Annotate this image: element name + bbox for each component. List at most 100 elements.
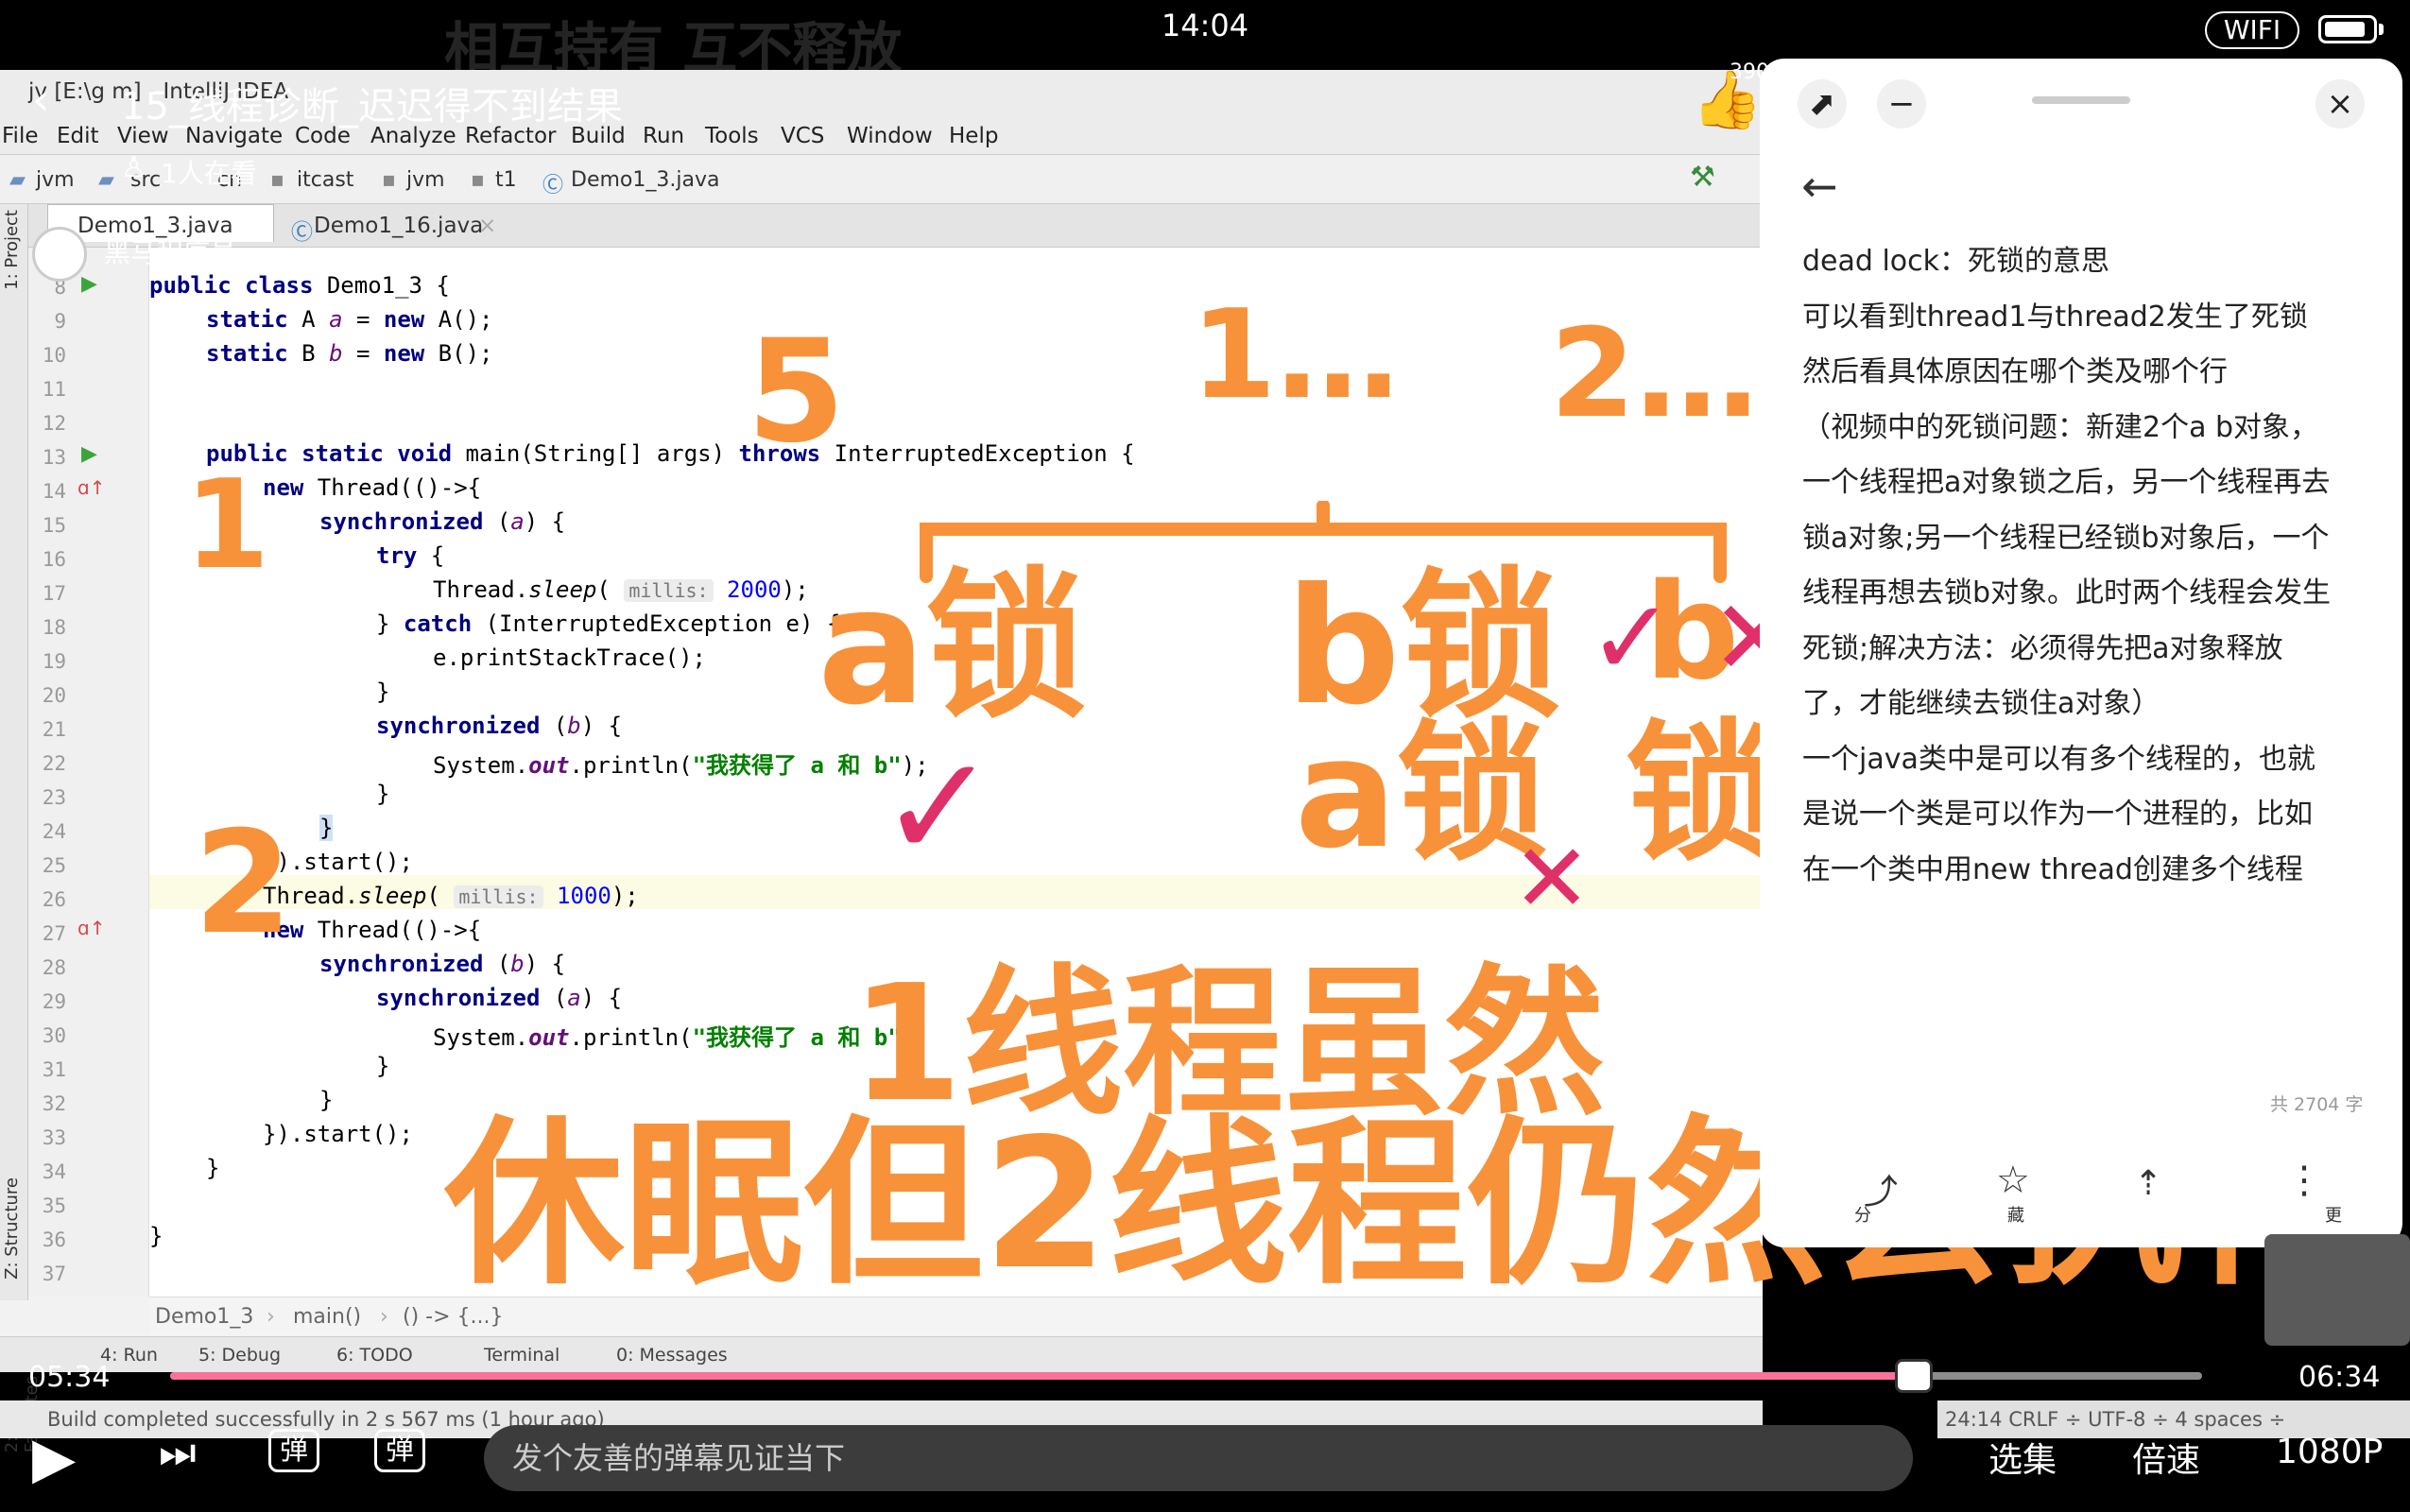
code-token: }	[319, 1087, 334, 1113]
note-line: 可以看到thread1与thread2发生了死锁	[1802, 300, 2308, 334]
line-number: 10	[42, 344, 66, 367]
run-gutter-icon[interactable]: ▶	[81, 442, 97, 466]
channel-name[interactable]: 黑马程序员	[104, 232, 236, 270]
code-token: static	[206, 340, 288, 367]
line-number: 12	[42, 412, 66, 435]
code-token: synchronized	[376, 713, 541, 739]
star-icon[interactable]: ☆	[1996, 1159, 2030, 1202]
run-gutter-icon[interactable]: ▶	[81, 272, 97, 296]
code-token: b	[567, 713, 581, 739]
code-token: catch	[403, 610, 473, 637]
line-number: 13	[42, 446, 66, 469]
annotation-check-2: ✓	[1588, 577, 1676, 698]
code-token: (	[540, 985, 568, 1011]
annotation-check: ✓	[879, 726, 998, 890]
code-token: {	[417, 542, 445, 569]
danmaku-settings-button[interactable]: 弹	[374, 1429, 425, 1472]
back-arrow-icon[interactable]: ←	[1801, 161, 1838, 212]
line-number: 9	[54, 310, 66, 333]
note-line: 死锁;解决方法：必须得先把a对象释放	[1802, 631, 2283, 665]
quality-button[interactable]: 1080P	[2276, 1433, 2383, 1471]
note-panel: ⬈ − × ← dead lock：死锁的意思 可以看到thread1与thre…	[1760, 59, 2402, 1247]
code-token: (	[540, 713, 568, 739]
annotation-b-lock: b锁	[1285, 554, 1561, 741]
speed-button[interactable]: 倍速	[2132, 1433, 2200, 1482]
code-token: }	[319, 815, 334, 841]
share-label: 分	[1854, 1206, 1871, 1226]
code-token: =	[342, 340, 384, 367]
danmaku-input[interactable]: 发个友善的弹幕见证当下	[484, 1425, 1913, 1491]
code-token: b	[329, 340, 343, 367]
code-token: ) {	[524, 951, 566, 977]
video-title: 15_线程诊断_迟迟得不到结果	[121, 85, 623, 129]
annotation-one: 1	[184, 453, 270, 596]
line-number: 19	[42, 650, 66, 673]
more-icon[interactable]: ⋮	[2285, 1159, 2323, 1202]
code-token: );	[611, 883, 639, 909]
annotation-a-lock-2: a锁	[1295, 705, 1548, 882]
note-line: 一个线程把a对象锁之后，另一个线程再去	[1802, 466, 2331, 499]
note-line: 线程再想去锁b对象。此时两个线程会发生	[1802, 576, 2332, 610]
line-number: 33	[42, 1126, 66, 1149]
code-token: a	[329, 306, 343, 333]
code-token: synchronized	[319, 508, 484, 535]
messages-tool-tab[interactable]: 0: Messages	[616, 1345, 728, 1366]
progress-thumb-icon[interactable]	[1894, 1359, 1933, 1393]
channel-avatar[interactable]	[32, 227, 87, 282]
code-token: try	[376, 542, 418, 569]
code-token: b	[510, 951, 525, 977]
code-token: (	[426, 883, 455, 909]
close-icon[interactable]: ×	[2315, 79, 2365, 129]
code-token: Demo1_3 {	[313, 272, 450, 299]
note-line: （视频中的死锁问题：新建2个a b对象，	[1802, 410, 2319, 444]
play-icon[interactable]: ▶	[32, 1425, 76, 1491]
danmaku-toggle-button[interactable]: 弹	[268, 1429, 319, 1472]
debug-tool-tab[interactable]: 5: Debug	[198, 1345, 281, 1366]
viewers-icon: ♙	[121, 151, 146, 184]
line-number: 15	[42, 514, 66, 537]
code-token: System.	[433, 1024, 529, 1051]
line-number: 32	[42, 1092, 66, 1115]
code-token: }	[206, 1155, 220, 1181]
line-number: 36	[42, 1228, 66, 1251]
line-number: 37	[42, 1263, 66, 1285]
code-token: System.	[433, 752, 529, 779]
code-token: ) {	[580, 985, 623, 1011]
line-number: 29	[42, 990, 66, 1013]
presenter-thumbnail	[2264, 1234, 2410, 1346]
back-arrow-icon[interactable]: ‹	[32, 74, 49, 125]
code-token: ) {	[580, 713, 623, 739]
note-line: 一个java类中是可以有多个线程的，也就	[1802, 742, 2315, 776]
param-hint: millis:	[624, 579, 714, 602]
todo-tool-tab[interactable]: 6: TODO	[336, 1345, 413, 1366]
wifi-indicator: WIFI	[2205, 11, 2299, 49]
code-token: InterruptedException {	[820, 440, 1135, 467]
code-token: out	[528, 752, 570, 779]
minimize-icon[interactable]: −	[1877, 79, 1926, 129]
line-number: 25	[42, 854, 66, 877]
code-token: Thread(()->{	[303, 474, 482, 501]
annotation-five: 5	[747, 310, 846, 474]
drag-handle[interactable]	[2032, 96, 2130, 104]
code-token: sleep	[528, 576, 597, 603]
external-link-icon[interactable]: ⬈	[1798, 79, 1847, 129]
code-token: (InterruptedException e) {	[472, 610, 841, 637]
upload-icon[interactable]: ⇡	[2134, 1164, 2162, 1203]
code-token: static	[206, 306, 288, 333]
thread-gutter-icon: ɑ↑	[77, 917, 106, 939]
code-token: }	[376, 1053, 390, 1079]
next-icon[interactable]: ⏭	[159, 1429, 197, 1477]
favorite-label: 藏	[2007, 1206, 2024, 1226]
note-content: dead lock：死锁的意思 可以看到thread1与thread2发生了死锁…	[1802, 234, 2369, 898]
line-number: 14	[42, 480, 66, 503]
code-token: 2000	[713, 576, 782, 603]
code-token: public class	[149, 272, 314, 299]
episodes-button[interactable]: 选集	[1988, 1433, 2057, 1482]
code-token: =	[342, 306, 384, 333]
code-token: A();	[424, 306, 493, 333]
code-token: }	[149, 1223, 164, 1249]
terminal-tool-tab[interactable]: Terminal	[484, 1345, 559, 1366]
editor-status-info: 24:14 CRLF ÷ UTF-8 ÷ 4 spaces ÷	[1945, 1408, 2286, 1431]
code-token: Thread.	[433, 576, 529, 603]
code-token: e.printStackTrace();	[433, 644, 706, 671]
